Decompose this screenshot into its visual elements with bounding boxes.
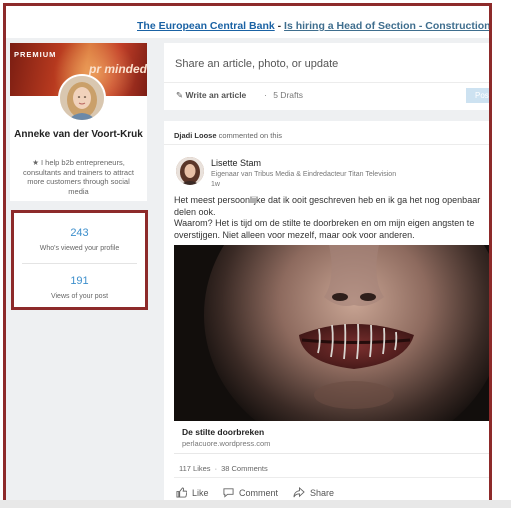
share-label: Share bbox=[310, 487, 335, 498]
comment-button[interactable]: Comment bbox=[223, 487, 278, 498]
activity-actor[interactable]: Djadi Loose bbox=[174, 131, 217, 140]
share-input[interactable]: Share an article, photo, or update bbox=[175, 58, 338, 70]
share-box: Share an article, photo, or update ✎ Wri… bbox=[164, 43, 489, 110]
profile-views-label[interactable]: Who's viewed your profile bbox=[14, 245, 145, 252]
share-arrow-icon bbox=[293, 487, 305, 498]
comment-icon bbox=[223, 487, 234, 498]
profile-views-count[interactable]: 243 bbox=[14, 227, 145, 239]
engagement-counts: 117 Likes · 38 Comments bbox=[179, 464, 268, 473]
comment-label: Comment bbox=[239, 487, 279, 498]
post-views-count[interactable]: 191 bbox=[14, 275, 145, 287]
post-text: Het meest persoonlijke dat ik ooit gesch… bbox=[174, 195, 481, 240]
feed-page: The European Central Bank - Is hiring a … bbox=[3, 3, 492, 503]
write-article-button[interactable]: ✎ Write an article bbox=[176, 90, 246, 101]
pencil-icon: ✎ bbox=[176, 90, 184, 100]
page-margin-right bbox=[492, 0, 511, 508]
activity-header: Djadi Loose commented on this bbox=[174, 131, 282, 140]
share-button[interactable]: Share bbox=[293, 487, 334, 498]
feed-divider bbox=[164, 144, 489, 145]
link-url[interactable]: perlacuore.wordpress.com bbox=[182, 439, 270, 448]
profile-name[interactable]: Anneke van der Voort-Kruk bbox=[10, 129, 147, 141]
page-margin-bottom bbox=[0, 500, 511, 508]
drafts-label: 5 Drafts bbox=[273, 90, 303, 100]
like-button[interactable]: Like bbox=[176, 487, 209, 498]
author-name[interactable]: Lisette Stam bbox=[211, 158, 261, 168]
cover-brand-logo: pr minded bbox=[89, 62, 147, 76]
link-title[interactable]: De stilte doorbreken bbox=[182, 427, 264, 437]
dot-separator: · bbox=[264, 90, 267, 100]
like-label: Like bbox=[192, 487, 209, 498]
ad-company-link[interactable]: The European Central Bank bbox=[137, 20, 275, 32]
premium-badge: PREMIUM bbox=[14, 50, 57, 59]
drafts-link[interactable]: · 5 Drafts bbox=[264, 90, 303, 100]
activity-text: commented on this bbox=[216, 131, 282, 140]
profile-stats-panel: 243 Who's viewed your profile 191 Views … bbox=[11, 210, 148, 310]
feed-post-card: Djadi Loose commented on this Lisette St… bbox=[164, 121, 489, 500]
author-avatar[interactable] bbox=[176, 157, 204, 185]
stats-divider bbox=[22, 263, 137, 264]
write-article-label: Write an article bbox=[185, 90, 247, 100]
ad-job-link[interactable]: Is hiring a Head of Section - Constructi… bbox=[284, 20, 489, 32]
post-button[interactable]: Post bbox=[466, 88, 489, 103]
profile-avatar[interactable] bbox=[58, 74, 106, 122]
author-title: Eigenaar van Tribus Media & Eindredacteu… bbox=[211, 171, 397, 178]
actions-divider bbox=[174, 477, 489, 478]
thumbs-up-icon bbox=[176, 487, 187, 498]
comments-count[interactable]: 38 Comments bbox=[221, 464, 268, 473]
ad-separator: - bbox=[274, 20, 285, 32]
post-views-label[interactable]: Views of your post bbox=[14, 293, 145, 300]
share-divider bbox=[164, 82, 489, 83]
post-image[interactable] bbox=[174, 245, 489, 421]
likes-count[interactable]: 117 Likes bbox=[179, 464, 211, 473]
profile-headline: ★ I help b2b entrepreneurs, consultants … bbox=[23, 158, 134, 196]
post-time: 1w bbox=[211, 181, 220, 188]
ad-banner[interactable]: The European Central Bank - Is hiring a … bbox=[6, 6, 489, 38]
profile-card: PREMIUM pr minded Anneke van der Voort-K… bbox=[10, 43, 147, 201]
dot-separator: · bbox=[214, 464, 218, 473]
link-divider bbox=[174, 453, 489, 454]
